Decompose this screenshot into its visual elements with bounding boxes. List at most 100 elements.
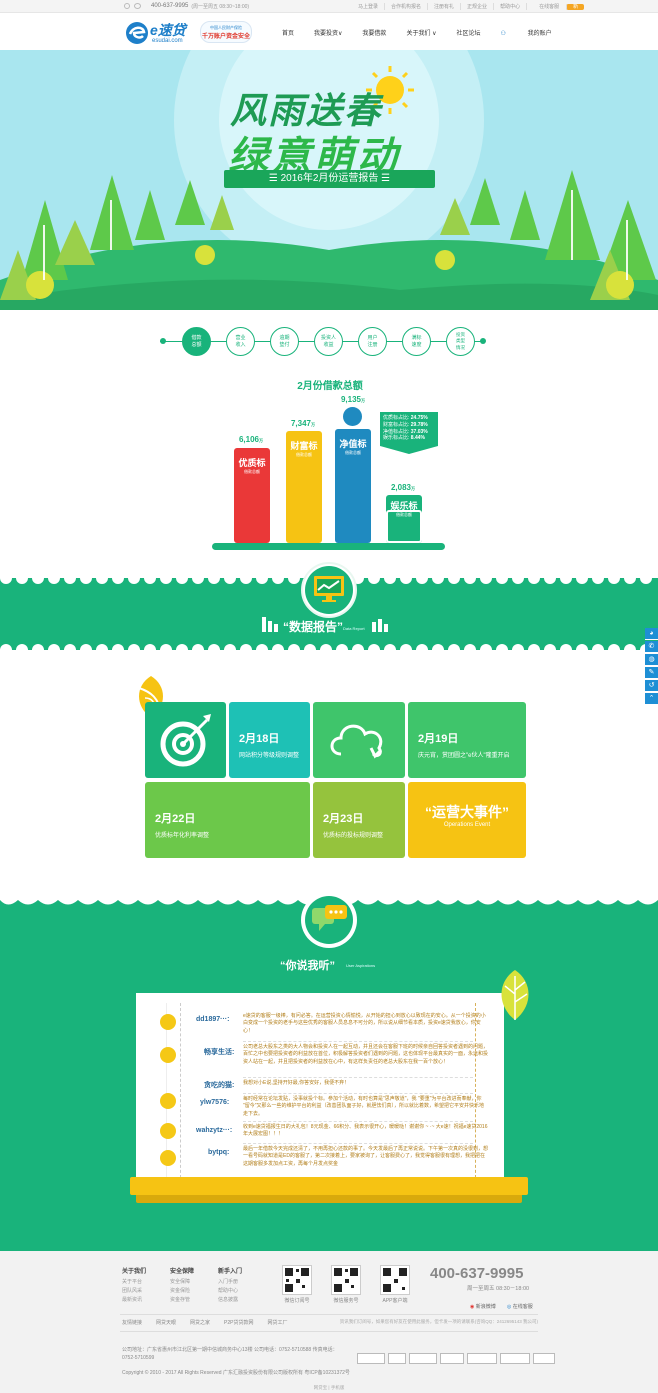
- service-link[interactable]: ◎ 在线客服: [507, 1303, 533, 1310]
- bar-label-youzhi: 优质标: [238, 458, 266, 468]
- ratio-row: 优质标占比: 24.75%: [383, 415, 428, 421]
- monitor-chart-icon: [314, 576, 344, 602]
- data-report-title: “数据报告”: [283, 620, 344, 634]
- topbar-help-link[interactable]: 帮助中心: [493, 3, 526, 10]
- stats-nav-dot-right: [480, 338, 486, 344]
- phone-icon[interactable]: ✆: [645, 641, 658, 653]
- message-board-scroll: [130, 1177, 528, 1195]
- insurance-badge: 中国人民财产保险 千万账户资金安全: [200, 21, 252, 43]
- insurance-slogan: 千万账户资金安全: [201, 34, 250, 40]
- stats-tab-overdue[interactable]: 逾期 垫付: [270, 327, 299, 356]
- footer-link[interactable]: 信息披露: [218, 1297, 238, 1303]
- wechat-icon[interactable]: ◍: [645, 654, 658, 666]
- trust-badge-icon[interactable]: [357, 1353, 385, 1364]
- bar-sub-yule: 借款总额: [396, 512, 412, 517]
- friend-link[interactable]: P2P贷贷款网: [224, 1319, 253, 1326]
- event-tile-0218[interactable]: 2月18日 网站积分等级规则调整: [229, 702, 310, 778]
- trust-badge-icon[interactable]: [467, 1353, 497, 1364]
- cloud-tile: [313, 702, 405, 778]
- footer-link[interactable]: 最新资讯: [122, 1297, 142, 1303]
- trust-badge-icon[interactable]: [388, 1353, 406, 1364]
- tool-icon[interactable]: ✎: [645, 667, 658, 679]
- message-divider: [243, 1077, 473, 1078]
- footer: 关于我们 关于平台 团队风采 最新资讯 安全保障 安全保障 资金保险 资金存管 …: [0, 1251, 658, 1393]
- footer-divider: [120, 1314, 538, 1315]
- history-icon[interactable]: ↺: [645, 680, 658, 692]
- footer-link[interactable]: 帮助中心: [218, 1288, 238, 1294]
- footer-link[interactable]: 关于平台: [122, 1279, 142, 1285]
- footer-link[interactable]: 资金保险: [170, 1288, 190, 1294]
- nav-invest[interactable]: 我要投资∨: [314, 28, 342, 37]
- stats-tab-registration[interactable]: 用户 注册: [358, 327, 387, 356]
- message-text: 每时经常在论坛发贴，没事就投个标。参加个活动，有时也算是"思声敬道"，我 "要重…: [243, 1096, 485, 1117]
- nav-account[interactable]: ⚇ 我的账户: [501, 28, 572, 37]
- topbar-login-link[interactable]: 马上登录: [352, 3, 384, 10]
- message-board-scroll-shadow: [136, 1195, 522, 1203]
- topbar-partner-link[interactable]: 合作机构报名: [384, 3, 427, 10]
- message-text: 公司老总大股东之类的大人物会和投资人在一起互动，并且还会在客服下班的时候亲自回答…: [243, 1044, 489, 1065]
- topbar-enterprise-link[interactable]: 正规企业: [460, 3, 493, 10]
- footer-link[interactable]: 资金存管: [170, 1297, 190, 1303]
- message-divider: [243, 1093, 473, 1094]
- nav-home[interactable]: 首页: [282, 28, 294, 37]
- event-date: 2月19日: [418, 733, 459, 745]
- event-tile-0223[interactable]: 2月23日 优质标的投标规则调整: [313, 782, 405, 858]
- ribbon-deco-right: ☰: [378, 173, 391, 184]
- report-eq-bar: [372, 622, 376, 632]
- trust-badge-icon[interactable]: [533, 1353, 555, 1364]
- bar-label-yule: 娱乐标: [390, 501, 418, 511]
- message-item: wahzytz···: 收到e速贷福报生日的大礼包！8元现金、66积分、我表示很…: [136, 1124, 496, 1142]
- footer-link[interactable]: 团队风采: [122, 1288, 142, 1294]
- operations-event-tile: “运营大事件” Operations Event: [408, 782, 526, 858]
- bar-caifu: 财富标 借款总额: [286, 431, 322, 543]
- qr-label: 微信服务号: [333, 1298, 359, 1304]
- bar-yule: 娱乐标 借款总额: [386, 495, 422, 543]
- message-user: ylw7576:: [200, 1099, 230, 1106]
- nav-forum[interactable]: 社区论坛: [457, 28, 481, 37]
- stats-tab-loan-total[interactable]: 借款 总额: [182, 327, 211, 356]
- qq-icon[interactable]: ◕: [645, 628, 658, 640]
- friend-link[interactable]: 网贷工厂: [268, 1319, 288, 1326]
- topbar-links: 马上登录 合作机构报名 注册有礼 正规企业 帮助中心 在线客服新: [352, 3, 590, 10]
- event-date: 2月22日: [155, 813, 196, 825]
- event-tile-0222[interactable]: 2月22日 优质标年化利率调整: [145, 782, 310, 858]
- wechat-icon[interactable]: [134, 3, 141, 9]
- friend-link[interactable]: 网贷天眼: [156, 1319, 176, 1326]
- stats-tab-full-speed[interactable]: 满标 速度: [402, 327, 431, 356]
- trust-badge-icon[interactable]: [409, 1353, 437, 1364]
- trust-badges: [357, 1353, 555, 1364]
- message-user: 畅享生活:: [204, 1049, 235, 1056]
- report-eq-bar: [262, 617, 266, 632]
- message-text: 最后一年借款今天完成还清了，不用再担心还款的事了。今天发最后了再正常说说。下午第…: [243, 1146, 489, 1167]
- message-divider: [243, 1143, 473, 1144]
- footer-bottom-links[interactable]: 网贷宝 | 手机版: [0, 1385, 658, 1391]
- topbar-register-link[interactable]: 注册有礼: [427, 3, 460, 10]
- site-logo[interactable]: e速贷 esudai.com: [125, 19, 195, 47]
- nav-about[interactable]: 关于我们 ∨: [406, 28, 436, 37]
- message-item: dd1897···: e速贷的客服一级棒，有问必答。在运营投资心情愉悦，从开始的…: [136, 1013, 496, 1041]
- friend-link[interactable]: 网贷之家: [190, 1319, 210, 1326]
- footer-address: 公司地址：广东省惠州市江北区第一期中信城商务中心13楼 公司电话：0752-57…: [122, 1347, 338, 1361]
- stats-tab-invest-type[interactable]: 投资 类型 情况: [446, 327, 475, 356]
- weibo-link[interactable]: ◉ 新浪微博: [470, 1303, 496, 1310]
- event-tile-0219[interactable]: 2月19日 庆元宵，赏团圆之"e伙人"隆重开启: [408, 702, 526, 778]
- trust-badge-icon[interactable]: [500, 1353, 530, 1364]
- topbar-service-link[interactable]: 在线客服新: [526, 3, 590, 10]
- report-eq-bar: [384, 624, 388, 632]
- qr-code-icon: [331, 1265, 361, 1295]
- nav-borrow[interactable]: 我要借款: [362, 28, 386, 37]
- weibo-icon[interactable]: [124, 3, 130, 9]
- up-icon[interactable]: ⌃: [645, 693, 658, 705]
- bar-sub-youzhi: 借款总额: [244, 469, 260, 474]
- trust-badge-icon[interactable]: [440, 1353, 464, 1364]
- footer-copyright: Copyright © 2010 - 2017 All Rights Reser…: [122, 1370, 350, 1376]
- bar-value-yule: 2,083万: [390, 483, 416, 492]
- aspirations-subtitle: User Aspirations: [346, 963, 376, 968]
- stats-tab-investor-income[interactable]: 投资人 收益: [314, 327, 343, 356]
- footer-link[interactable]: 入门手册: [218, 1279, 238, 1285]
- stats-tab-revenue[interactable]: 营业 收入: [226, 327, 255, 356]
- data-report-subtitle: Data Report: [343, 626, 365, 631]
- footer-link[interactable]: 安全保障: [170, 1279, 190, 1285]
- message-item: 畅享生活: 公司老总大股东之类的大人物会和投资人在一起互动，并且还会在客服下班的…: [136, 1044, 496, 1080]
- weibo-icon: ◉: [470, 1304, 475, 1310]
